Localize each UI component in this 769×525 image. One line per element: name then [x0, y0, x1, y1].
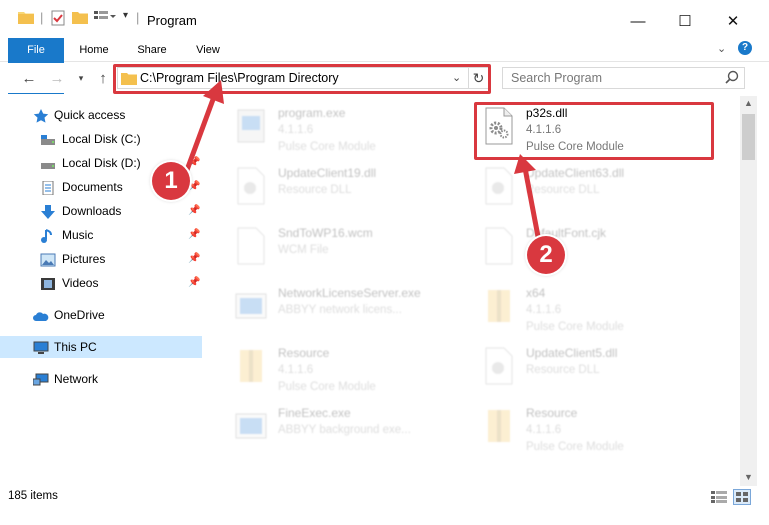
step-1-badge: 1: [152, 162, 190, 200]
step-2-badge: 2: [527, 236, 565, 274]
annotation-arrows: [184, 80, 543, 248]
